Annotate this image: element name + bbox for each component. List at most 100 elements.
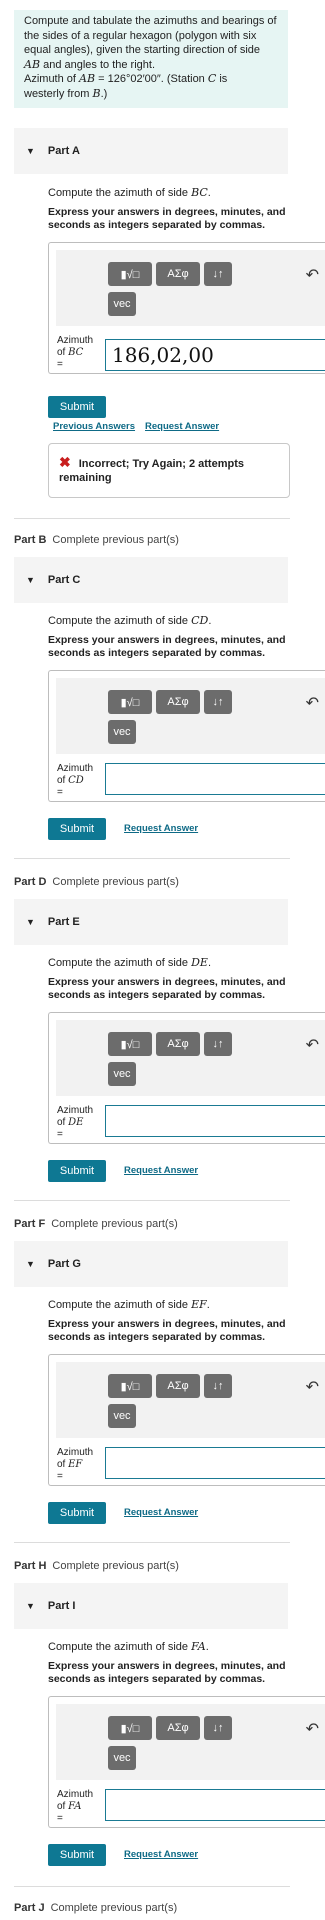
- caret-down-icon: ▼: [26, 146, 35, 156]
- divider: [14, 1200, 290, 1201]
- locked-part-f: Part F Complete previous part(s): [14, 1218, 178, 1230]
- intro-text: = 126°02′00″. (Station: [95, 73, 208, 85]
- equation-toolbar: ▮√□ ΑΣφ ↓↑ vec: [56, 250, 325, 326]
- part-e-header[interactable]: ▼ Part E: [14, 899, 288, 945]
- caret-down-icon: ▼: [26, 1601, 35, 1611]
- question-text: Compute the azimuth of side BC.: [48, 186, 211, 199]
- azimuth-input[interactable]: 186,02,00: [105, 339, 325, 371]
- azimuth-label: Azimuth of EF =: [57, 1447, 94, 1482]
- azimuth-label: Azimuth of CD =: [57, 763, 94, 798]
- submit-button[interactable]: Submit: [48, 1160, 106, 1182]
- locked-part-b: Part B Complete previous part(s): [14, 534, 179, 546]
- submit-button[interactable]: Submit: [48, 1844, 106, 1866]
- divider: [14, 1886, 290, 1887]
- question-text: Compute the azimuth of side EF.: [48, 1298, 210, 1311]
- side-symbol: AB: [79, 72, 96, 85]
- templates-button[interactable]: ▮√□: [108, 690, 152, 714]
- answer-box: ▮√□ ΑΣφ ↓↑ vec ↶ Azimuth of CD =: [48, 670, 325, 802]
- arrows-button[interactable]: ↓↑: [204, 690, 232, 714]
- vector-button[interactable]: vec: [108, 720, 136, 744]
- part-title: Part I: [47, 1600, 76, 1612]
- submit-button[interactable]: Submit: [48, 818, 106, 840]
- answer-box: ▮√□ ΑΣφ ↓↑ vec ↶ Azimuth of DE =: [48, 1012, 325, 1144]
- caret-down-icon: ▼: [26, 1259, 35, 1269]
- incorrect-x-icon: ✖: [59, 454, 71, 470]
- part-title: Part A: [47, 145, 80, 157]
- azimuth-input[interactable]: [105, 763, 325, 795]
- divider: [14, 858, 290, 859]
- greek-symbols-button[interactable]: ΑΣφ: [156, 1032, 200, 1056]
- azimuth-input[interactable]: [105, 1789, 325, 1821]
- vector-button[interactable]: vec: [108, 1404, 136, 1428]
- arrows-button[interactable]: ↓↑: [204, 262, 232, 286]
- part-c-header[interactable]: ▼ Part C: [14, 557, 288, 603]
- intro-text: and angles to the right.: [40, 58, 155, 71]
- problem-intro: Compute and tabulate the azimuths and be…: [14, 10, 288, 108]
- request-answer-link[interactable]: Request Answer: [124, 1849, 198, 1860]
- azimuth-input[interactable]: [105, 1447, 325, 1479]
- undo-icon[interactable]: ↶: [306, 693, 319, 713]
- locked-part-h: Part H Complete previous part(s): [14, 1560, 179, 1572]
- intro-text: Compute and tabulate the azimuths and be…: [24, 15, 277, 27]
- divider: [14, 518, 290, 519]
- equation-toolbar: ▮√□ ΑΣφ ↓↑ vec: [56, 678, 325, 754]
- request-answer-link[interactable]: Request Answer: [124, 1507, 198, 1518]
- azimuth-label: Azimuth of BC =: [57, 335, 94, 370]
- templates-button[interactable]: ▮√□: [108, 1032, 152, 1056]
- feedback-box: ✖ Incorrect; Try Again; 2 attempts remain…: [48, 443, 290, 498]
- azimuth-label: Azimuth of FA =: [57, 1789, 94, 1824]
- question-text: Compute the azimuth of side FA.: [48, 1640, 209, 1653]
- templates-button[interactable]: ▮√□: [108, 1374, 152, 1398]
- caret-down-icon: ▼: [26, 917, 35, 927]
- instruction-text: Express your answers in degrees, minutes…: [48, 1660, 286, 1685]
- answer-box: ▮√□ ΑΣφ ↓↑ vec ↶ Azimuth of BC = 186,02,…: [48, 242, 325, 374]
- request-answer-link[interactable]: Request Answer: [124, 1165, 198, 1176]
- submit-button[interactable]: Submit: [48, 396, 106, 418]
- templates-button[interactable]: ▮√□: [108, 1716, 152, 1740]
- previous-answers-link[interactable]: Previous Answers: [53, 421, 135, 432]
- arrows-button[interactable]: ↓↑: [204, 1374, 232, 1398]
- equation-toolbar: ▮√□ ΑΣφ ↓↑ vec: [56, 1704, 325, 1780]
- vector-button[interactable]: vec: [108, 292, 136, 316]
- arrows-button[interactable]: ↓↑: [204, 1032, 232, 1056]
- vector-button[interactable]: vec: [108, 1746, 136, 1770]
- feedback-text: Incorrect; Try Again; 2 attempts remaini…: [59, 458, 244, 484]
- question-text: Compute the azimuth of side DE.: [48, 956, 211, 969]
- undo-icon[interactable]: ↶: [306, 265, 319, 285]
- intro-text: the sides of a regular hexagon (polygon …: [24, 29, 257, 42]
- intro-text: equal angles), given the starting direct…: [24, 44, 261, 56]
- instruction-text: Express your answers in degrees, minutes…: [48, 634, 286, 659]
- request-answer-link[interactable]: Request Answer: [145, 421, 219, 432]
- part-title: Part G: [47, 1258, 81, 1270]
- submit-button[interactable]: Submit: [48, 1502, 106, 1524]
- intro-text: Azimuth of: [24, 73, 80, 85]
- greek-symbols-button[interactable]: ΑΣφ: [156, 690, 200, 714]
- locked-part-d: Part D Complete previous part(s): [14, 876, 179, 888]
- part-title: Part E: [47, 916, 80, 928]
- vector-button[interactable]: vec: [108, 1062, 136, 1086]
- intro-text: is: [216, 73, 228, 85]
- part-i-header[interactable]: ▼ Part I: [14, 1583, 288, 1629]
- answer-box: ▮√□ ΑΣφ ↓↑ vec ↶ Azimuth of EF =: [48, 1354, 325, 1486]
- undo-icon[interactable]: ↶: [306, 1035, 319, 1055]
- intro-text: westerly from: [24, 87, 93, 100]
- part-g-header[interactable]: ▼ Part G: [14, 1241, 288, 1287]
- answer-box: ▮√□ ΑΣφ ↓↑ vec ↶ Azimuth of FA =: [48, 1696, 325, 1828]
- equation-toolbar: ▮√□ ΑΣφ ↓↑ vec: [56, 1020, 325, 1096]
- greek-symbols-button[interactable]: ΑΣφ: [156, 1374, 200, 1398]
- intro-text: .): [100, 87, 108, 100]
- instruction-text: Express your answers in degrees, minutes…: [48, 1318, 286, 1343]
- request-answer-link[interactable]: Request Answer: [124, 823, 198, 834]
- templates-button[interactable]: ▮√□: [108, 262, 152, 286]
- undo-icon[interactable]: ↶: [306, 1719, 319, 1739]
- undo-icon[interactable]: ↶: [306, 1377, 319, 1397]
- question-text: Compute the azimuth of side CD.: [48, 614, 212, 627]
- arrows-button[interactable]: ↓↑: [204, 1716, 232, 1740]
- instruction-text: Express your answers in degrees, minutes…: [48, 976, 286, 1001]
- greek-symbols-button[interactable]: ΑΣφ: [156, 1716, 200, 1740]
- caret-down-icon: ▼: [26, 575, 35, 585]
- azimuth-input[interactable]: [105, 1105, 325, 1137]
- greek-symbols-button[interactable]: ΑΣφ: [156, 262, 200, 286]
- part-a-header[interactable]: ▼ Part A: [14, 128, 288, 174]
- side-symbol: AB: [24, 57, 41, 71]
